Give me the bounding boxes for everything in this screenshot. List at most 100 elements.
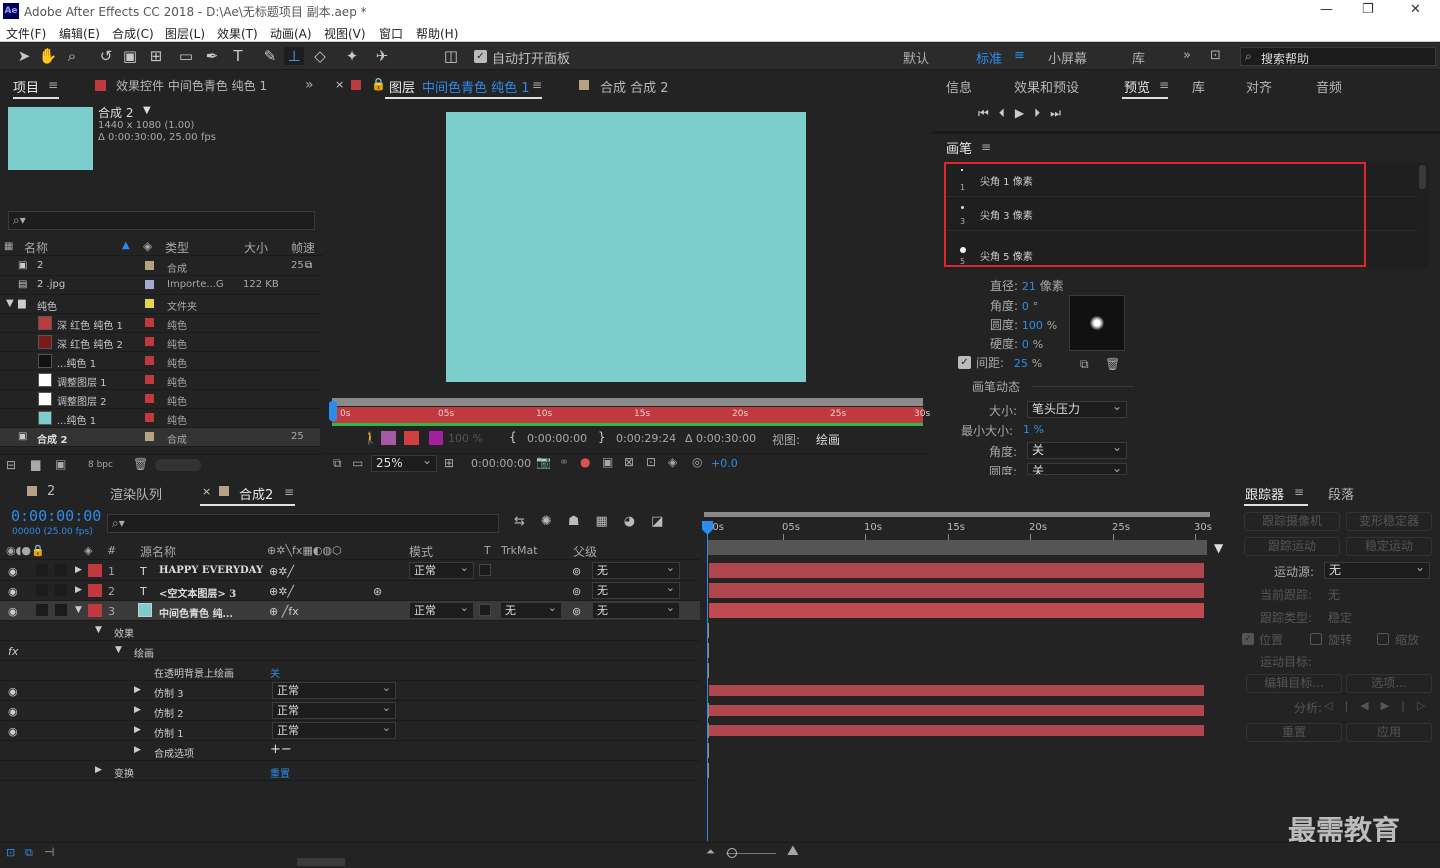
prev-frame-icon[interactable]: ⏴: [999, 106, 1015, 120]
disclosure-triangle-icon[interactable]: ▼: [6, 298, 14, 309]
pickwhip-icon[interactable]: ⊚: [572, 565, 581, 578]
size-dropdown[interactable]: 笔头压力: [1027, 399, 1127, 418]
expand-triangle-icon[interactable]: ▶: [95, 765, 102, 775]
fx-icon[interactable]: fx: [8, 645, 18, 658]
project-item[interactable]: 深 红色 纯色 2 纯色: [0, 333, 320, 352]
help-search-input[interactable]: ⌕ 搜索帮助: [1240, 47, 1436, 66]
diameter-value[interactable]: 21: [1022, 280, 1036, 293]
tracker-menu-icon[interactable]: ≡: [1294, 485, 1304, 499]
project-item[interactable]: 调整图层 2 纯色: [0, 390, 320, 409]
expand-triangle-icon[interactable]: ▼: [115, 645, 122, 655]
track-motion-button[interactable]: 跟踪运动: [1244, 537, 1340, 556]
frame-blend-icon[interactable]: ▦: [595, 514, 623, 529]
render-time-icon[interactable]: ⊣: [44, 845, 54, 859]
scale-checkbox[interactable]: [1377, 633, 1389, 645]
solo-toggle[interactable]: [55, 584, 67, 596]
blend-mode-dropdown[interactable]: 正常: [409, 560, 474, 579]
layer-switches[interactable]: ⊕ ╱fx: [269, 605, 299, 618]
menu-file[interactable]: 文件(F): [6, 25, 46, 42]
new-brush-icon[interactable]: ⧉: [1080, 357, 1089, 372]
expand-triangle-icon[interactable]: ▶: [75, 585, 82, 595]
visibility-eye-icon[interactable]: ◉: [8, 705, 18, 718]
stabilize-motion-button[interactable]: 稳定运动: [1346, 537, 1432, 556]
col-trkmat[interactable]: TrkMat: [501, 544, 538, 557]
graph-editor-icon[interactable]: ◪: [651, 514, 679, 529]
spacing-checkbox[interactable]: ✓: [958, 356, 971, 369]
menu-help[interactable]: 帮助(H): [416, 25, 458, 42]
time-navigator[interactable]: [704, 512, 1210, 517]
expand-triangle-icon[interactable]: ▶: [75, 565, 82, 575]
panel-toggle-icon[interactable]: ◫: [441, 47, 461, 65]
tab-comp-2[interactable]: 2: [47, 484, 55, 499]
layer-name-tab[interactable]: 中间色青色 纯色 1: [422, 77, 530, 96]
ws-small-screen[interactable]: 小屏幕: [1048, 48, 1087, 67]
draft-3d-icon[interactable]: ✺: [541, 514, 568, 529]
warp-stabilizer-button[interactable]: 变形稳定器: [1346, 512, 1432, 531]
auto-open-checkbox[interactable]: ✓: [474, 50, 487, 63]
audio-toggle[interactable]: [36, 584, 48, 596]
timeline-menu-icon[interactable]: ≡: [284, 485, 294, 499]
tab-effect-controls[interactable]: 效果控件 中间色青色 纯色 1: [116, 77, 281, 94]
last-frame-icon[interactable]: ⏭: [1050, 106, 1071, 120]
label-color[interactable]: [145, 432, 154, 441]
expand-triangle-icon[interactable]: ▶: [134, 705, 141, 715]
zoom-in-icon[interactable]: ⛰: [787, 843, 799, 859]
trkmat-dropdown[interactable]: 无: [500, 600, 562, 619]
label-color[interactable]: [88, 604, 102, 617]
ws-menu-icon[interactable]: ≡: [1014, 48, 1025, 63]
next-frame-icon[interactable]: ⏵: [1034, 106, 1050, 120]
layer-duration-bar[interactable]: [709, 563, 1204, 578]
expand-triangle-icon[interactable]: ▼: [95, 625, 102, 635]
puppet-tool-icon[interactable]: ✈: [372, 47, 392, 65]
parent-dropdown[interactable]: 无: [592, 580, 680, 599]
hardness-value[interactable]: 0: [1022, 338, 1029, 351]
expand-triangle-icon[interactable]: ▶: [134, 745, 141, 755]
thumbnail-slider[interactable]: [155, 459, 201, 471]
timecode[interactable]: 0:00:00:00: [11, 507, 101, 525]
pan-behind-tool-icon[interactable]: ⊞: [146, 47, 166, 65]
brushes-menu-icon[interactable]: ≡: [981, 140, 991, 154]
camera-icon[interactable]: 📷: [536, 455, 551, 469]
trash-icon[interactable]: 🗑: [133, 457, 148, 471]
guides-icon[interactable]: ⊡: [646, 455, 656, 469]
project-item[interactable]: ▤ 2 .jpg Importe...G 122 KB: [0, 276, 320, 295]
timeline-search-input[interactable]: ⌕▾: [107, 514, 499, 533]
analyze-backward-icon[interactable]: ◀: [1360, 699, 1380, 712]
first-frame-icon[interactable]: ⏮: [978, 106, 999, 120]
eraser-tool-icon[interactable]: ◇: [310, 47, 330, 65]
position-checkbox[interactable]: ✓: [1242, 633, 1254, 645]
project-item[interactable]: ▣ 合成 2 合成 25: [0, 428, 320, 447]
motion-source-dropdown[interactable]: 无: [1324, 560, 1430, 579]
expand-triangle-icon[interactable]: ▶: [134, 685, 141, 695]
pickwhip-icon[interactable]: ⊚: [572, 585, 581, 598]
menu-edit[interactable]: 编辑(E): [59, 25, 100, 42]
pickwhip-icon[interactable]: ⊚: [572, 605, 581, 618]
clone-stamp-tool-icon[interactable]: ⊥: [284, 47, 304, 65]
visibility-eye-icon[interactable]: ◉: [8, 585, 18, 598]
close-tab-icon[interactable]: ×: [202, 485, 211, 498]
close-icon[interactable]: ✕: [1410, 2, 1421, 17]
layer-canvas[interactable]: [446, 112, 806, 382]
ws-library[interactable]: 库: [1132, 48, 1145, 67]
roundness-dyn-dropdown[interactable]: 关: [1027, 463, 1127, 475]
layer-row[interactable]: ◉ ▶ 2 T <空文本图层> 3 ⊕✲╱ ⊛ ⊚ 无: [0, 580, 700, 601]
clone-duration-bar[interactable]: [709, 705, 1204, 716]
menu-view[interactable]: 视图(V): [324, 25, 366, 42]
property-row[interactable]: ◉ ▶ 仿制 3 正常: [0, 680, 700, 701]
close-tab-icon[interactable]: ×: [335, 78, 344, 91]
zoom-out-icon[interactable]: ⏶: [706, 845, 715, 859]
blend-mode-dropdown[interactable]: 正常: [409, 600, 474, 619]
rectangle-tool-icon[interactable]: ▭: [176, 47, 196, 65]
label-color[interactable]: [145, 299, 154, 308]
interpret-footage-icon[interactable]: ⊟: [6, 458, 16, 472]
region-icon[interactable]: ▣: [602, 455, 613, 469]
property-row[interactable]: ▼ 效果: [0, 621, 700, 641]
tab-comp-main[interactable]: 合成2: [239, 484, 273, 503]
out-time[interactable]: 0:00:29:24: [616, 432, 676, 445]
project-item[interactable]: ▣ 2 合成 25 ⧉: [0, 257, 320, 276]
add-remove-icon[interactable]: +−: [270, 742, 292, 757]
play-icon[interactable]: ▶: [1015, 106, 1034, 120]
label-color[interactable]: [145, 337, 154, 346]
clone-duration-bar[interactable]: [709, 725, 1204, 736]
delete-brush-icon[interactable]: 🗑: [1105, 357, 1120, 371]
